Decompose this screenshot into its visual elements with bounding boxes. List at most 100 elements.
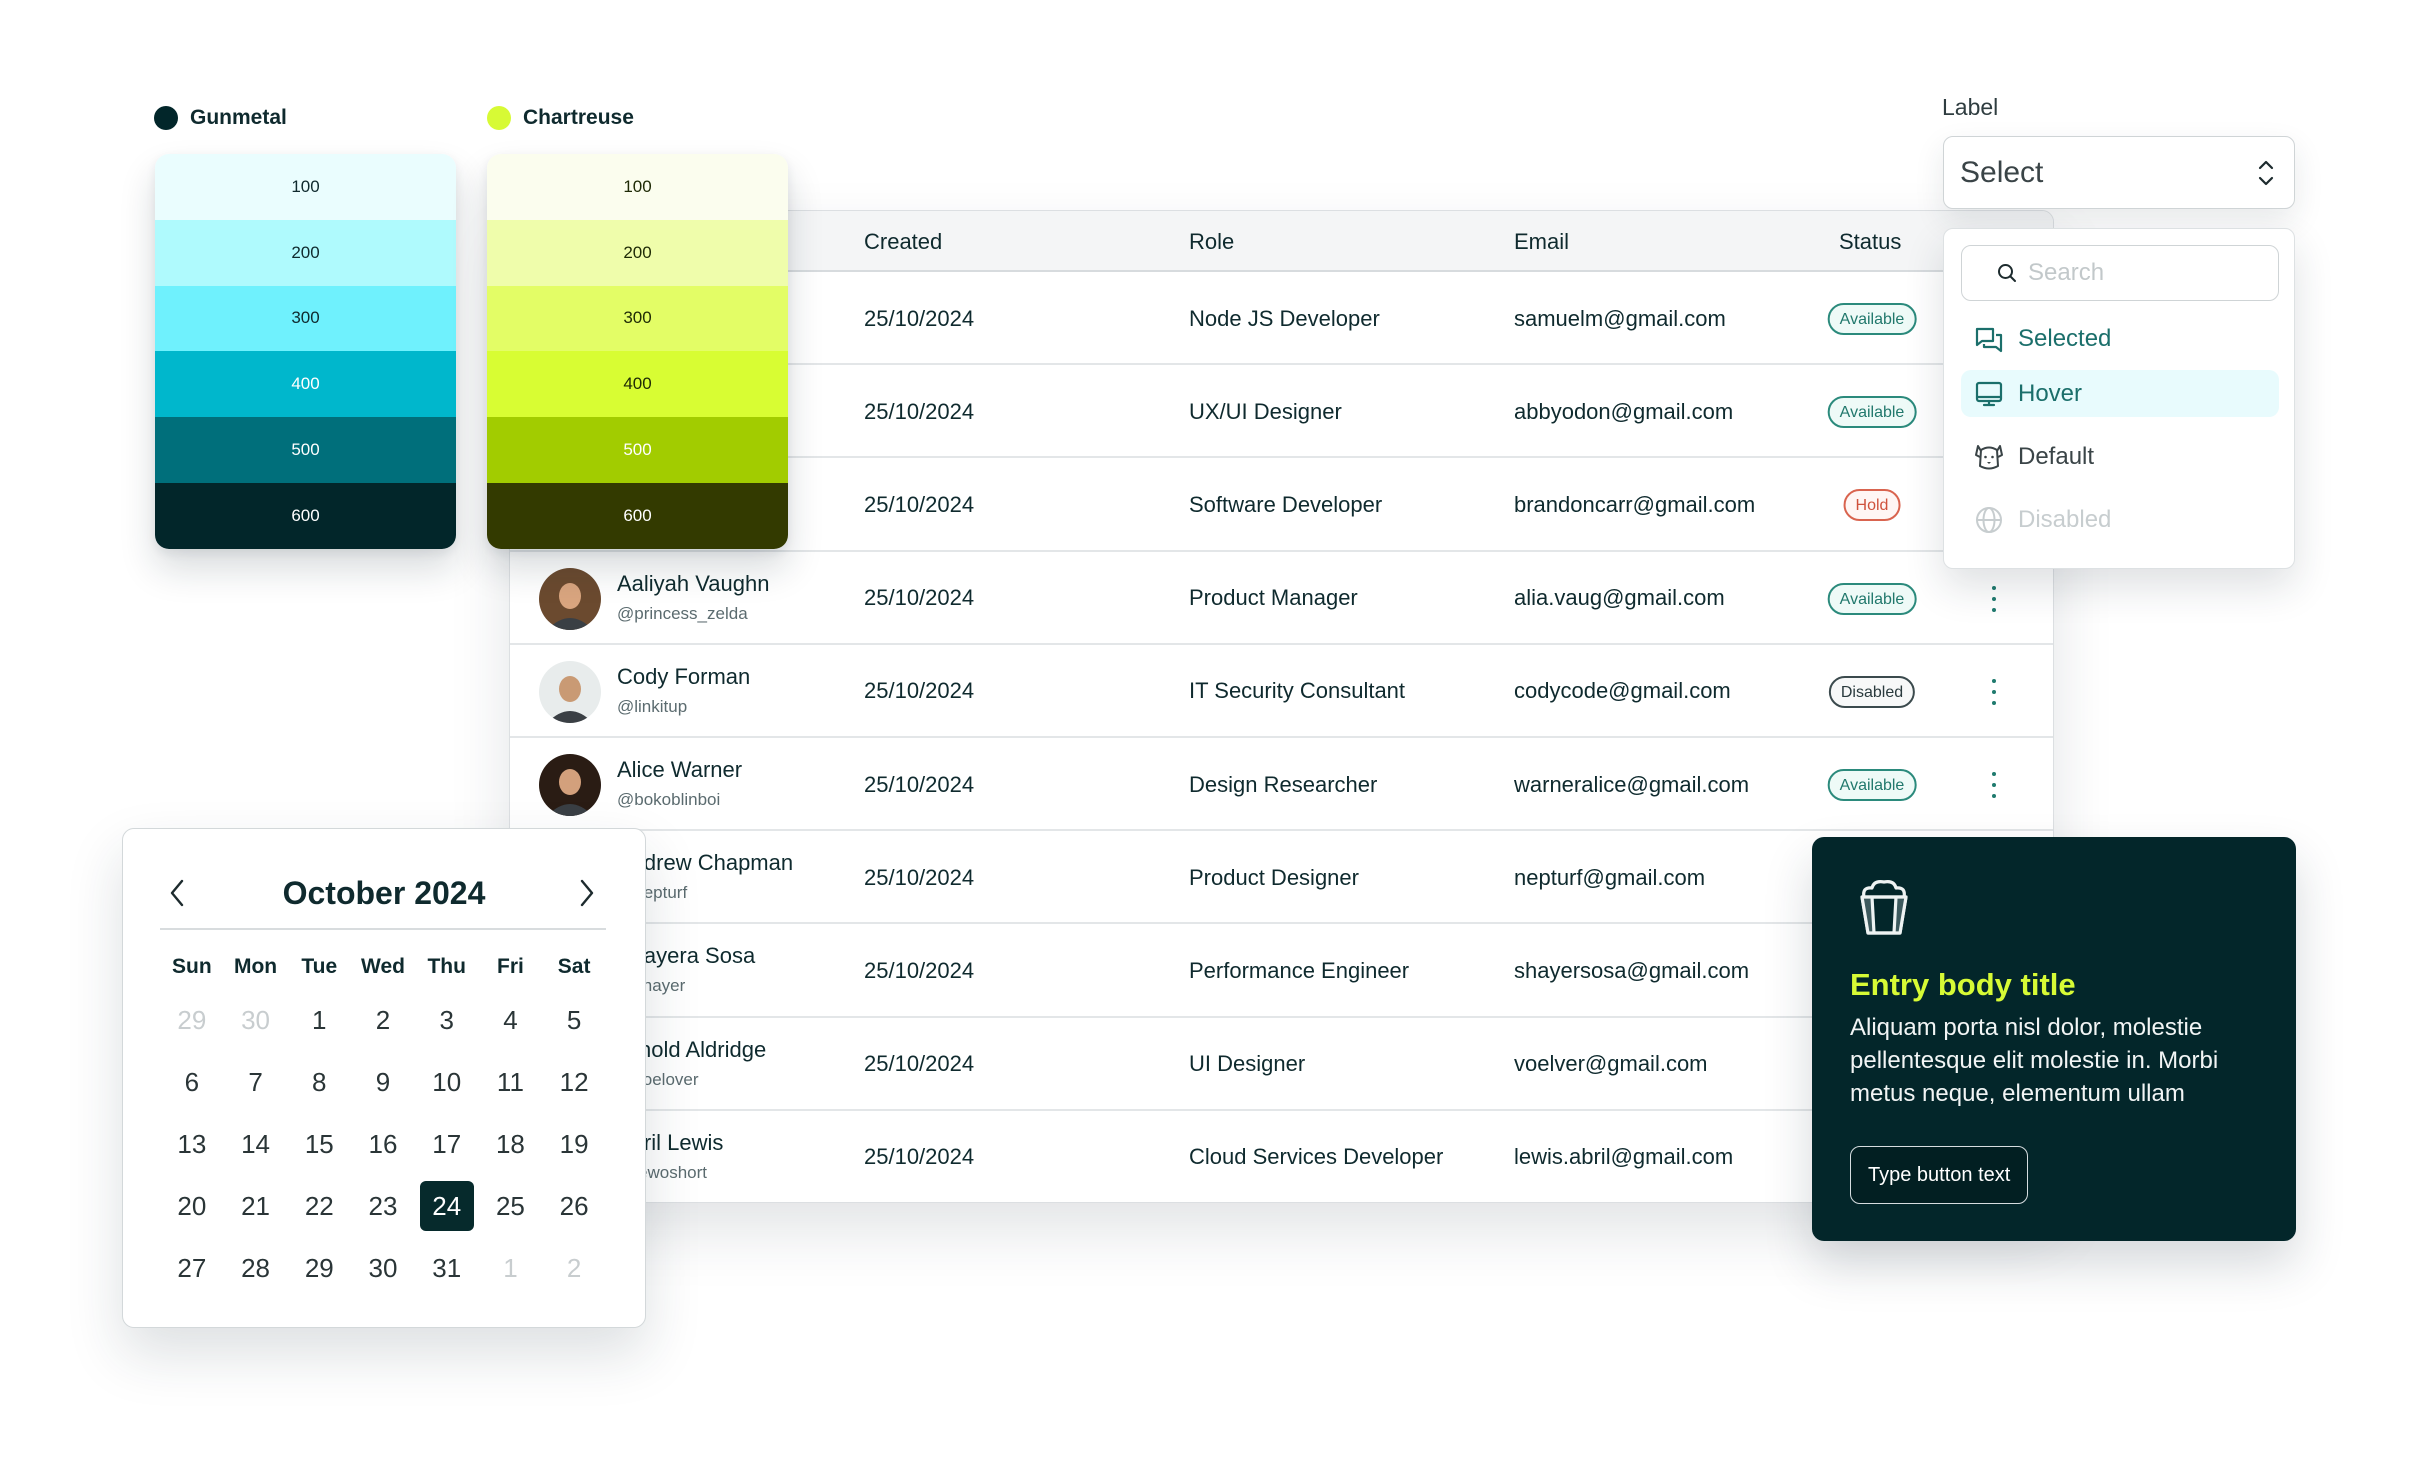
calendar-day[interactable]: 27 [165,1243,219,1293]
role: Performance Engineer [1189,957,1410,983]
user-cell: Cody Forman @linkitup [617,663,750,720]
calendar-day[interactable]: 5 [547,995,601,1045]
calendar-day[interactable]: 6 [165,1057,219,1107]
option-selected[interactable]: Selected [1961,315,2279,362]
created-date: 25/10/2024 [864,305,975,331]
calendar-divider [160,928,606,930]
calendar-day[interactable]: 26 [547,1181,601,1231]
calendar-day[interactable]: 11 [483,1057,537,1107]
chat-bubbles-icon [1975,327,2003,352]
created-date: 25/10/2024 [864,957,975,983]
option-disabled: Disabled [1961,496,2279,543]
calendar-day[interactable]: 8 [292,1057,346,1107]
select-dropdown-trigger[interactable]: Select [1943,136,2295,209]
avatar [539,660,601,723]
calendar-day[interactable]: 16 [356,1119,410,1169]
color-swatch-500: 500 [155,417,456,483]
user-cell: Aaliyah Vaughn @princess_zelda [617,570,770,627]
email: shayersosa@gmail.com [1514,957,1750,983]
email: alia.vaug@gmail.com [1514,585,1725,611]
calendar-day[interactable]: 2 [356,995,410,1045]
weekday-label: Sun [172,954,212,978]
option-hover[interactable]: Hover [1961,370,2279,417]
user-name: Alice Warner [617,757,743,782]
email: brandoncarr@gmail.com [1514,491,1756,517]
color-swatch-200: 200 [487,219,788,286]
table-row[interactable]: Aaliyah Vaughn @princess_zelda 25/10/2024 P… [510,552,2053,645]
calendar-day[interactable]: 1 [292,995,346,1045]
avatar [539,754,601,816]
calendar-day[interactable]: 18 [483,1119,537,1169]
calendar-day-selected[interactable]: 24 [419,1181,474,1231]
status-badge: Hold [1843,489,1901,522]
option-search-input[interactable] [2028,259,2248,287]
row-actions-kebab-icon[interactable] [1987,582,2001,616]
calendar-day[interactable]: 28 [229,1243,283,1293]
calendar-day[interactable]: 7 [229,1057,283,1107]
status-badge: Available [1827,303,1917,335]
column-header-created[interactable]: Created [864,211,942,272]
chevron-right-icon [580,879,594,907]
option-label: Selected [2018,324,2112,352]
status-badge: Disabled [1828,675,1916,708]
weekday-label: Thu [427,954,466,978]
calendar-day[interactable]: 13 [165,1119,219,1169]
user-name: Cody Forman [617,663,751,689]
color-swatch-100: 100 [155,154,456,220]
calendar-day[interactable]: 21 [229,1181,283,1231]
calendar-week-row: 13 14 15 16 17 18 19 [160,1113,606,1175]
calendar-day[interactable]: 12 [547,1057,601,1107]
weekday-label: Wed [361,954,405,978]
color-swatch-600: 600 [155,482,456,549]
created-date: 25/10/2024 [864,1144,975,1170]
calendar-day[interactable]: 22 [292,1181,346,1231]
calendar-day[interactable]: 10 [420,1057,474,1107]
calendar-day[interactable]: 3 [420,995,474,1045]
next-month-button[interactable] [569,869,605,917]
row-actions-kebab-icon[interactable] [1987,675,2001,709]
palette-header-gunmetal: Gunmetal [154,106,287,130]
calendar-day[interactable]: 25 [483,1181,537,1231]
calendar-grid: Sun Mon Tue Wed Thu Fri Sat 29 30 1 2 3 4 5 6 7 8 9 10 11 1… [160,944,606,1299]
avatar [539,567,601,630]
calendar-day[interactable]: 14 [229,1119,283,1169]
table-row[interactable]: Cody Forman @linkitup 25/10/2024 IT Securit… [510,645,2053,738]
calendar-day[interactable]: 15 [292,1119,346,1169]
calendar-day[interactable]: 2 [547,1243,601,1293]
created-date: 25/10/2024 [864,491,975,517]
color-swatch-600: 600 [487,482,788,549]
chartreuse-palette-card: 100 200 300 400 500 600 [487,154,788,549]
calendar-day[interactable]: 20 [165,1181,219,1231]
palette-header-chartreuse: Chartreuse [487,106,634,130]
created-date: 25/10/2024 [864,678,975,704]
created-date: 25/10/2024 [864,585,975,611]
calendar-day[interactable]: 29 [165,995,219,1045]
calendar-day[interactable]: 30 [356,1243,410,1293]
entry-action-button[interactable]: Type button text [1850,1146,2029,1204]
color-swatch-300: 300 [155,285,456,352]
weekday-label: Mon [233,954,278,978]
calendar-day[interactable]: 4 [483,995,537,1045]
calendar-week-row: 20 21 22 23 24 25 26 [160,1175,606,1237]
search-icon [1998,264,2016,282]
option-search-field[interactable] [1961,245,2279,301]
globe-icon [1976,506,2002,533]
color-swatch-400: 400 [487,351,788,418]
created-date: 25/10/2024 [864,771,975,797]
column-header-role[interactable]: Role [1189,211,1234,272]
row-actions-kebab-icon[interactable] [1987,768,2001,802]
calendar-day[interactable]: 19 [547,1119,601,1169]
dog-icon [1975,444,2003,469]
column-header-email[interactable]: Email [1514,211,1569,272]
email: voelver@gmail.com [1514,1051,1708,1077]
calendar-day[interactable]: 30 [229,995,283,1045]
calendar-day[interactable]: 23 [356,1181,410,1231]
calendar-day[interactable]: 1 [483,1243,537,1293]
table-row[interactable]: Alice Warner @bokoblinboi 25/10/2024 Design… [510,738,2053,832]
calendar-day[interactable]: 29 [292,1243,346,1293]
column-header-status[interactable]: Status [1839,211,1901,272]
calendar-day[interactable]: 17 [420,1119,474,1169]
calendar-day[interactable]: 31 [420,1243,474,1293]
calendar-day[interactable]: 9 [356,1057,410,1107]
option-default[interactable]: Default [1961,433,2279,480]
